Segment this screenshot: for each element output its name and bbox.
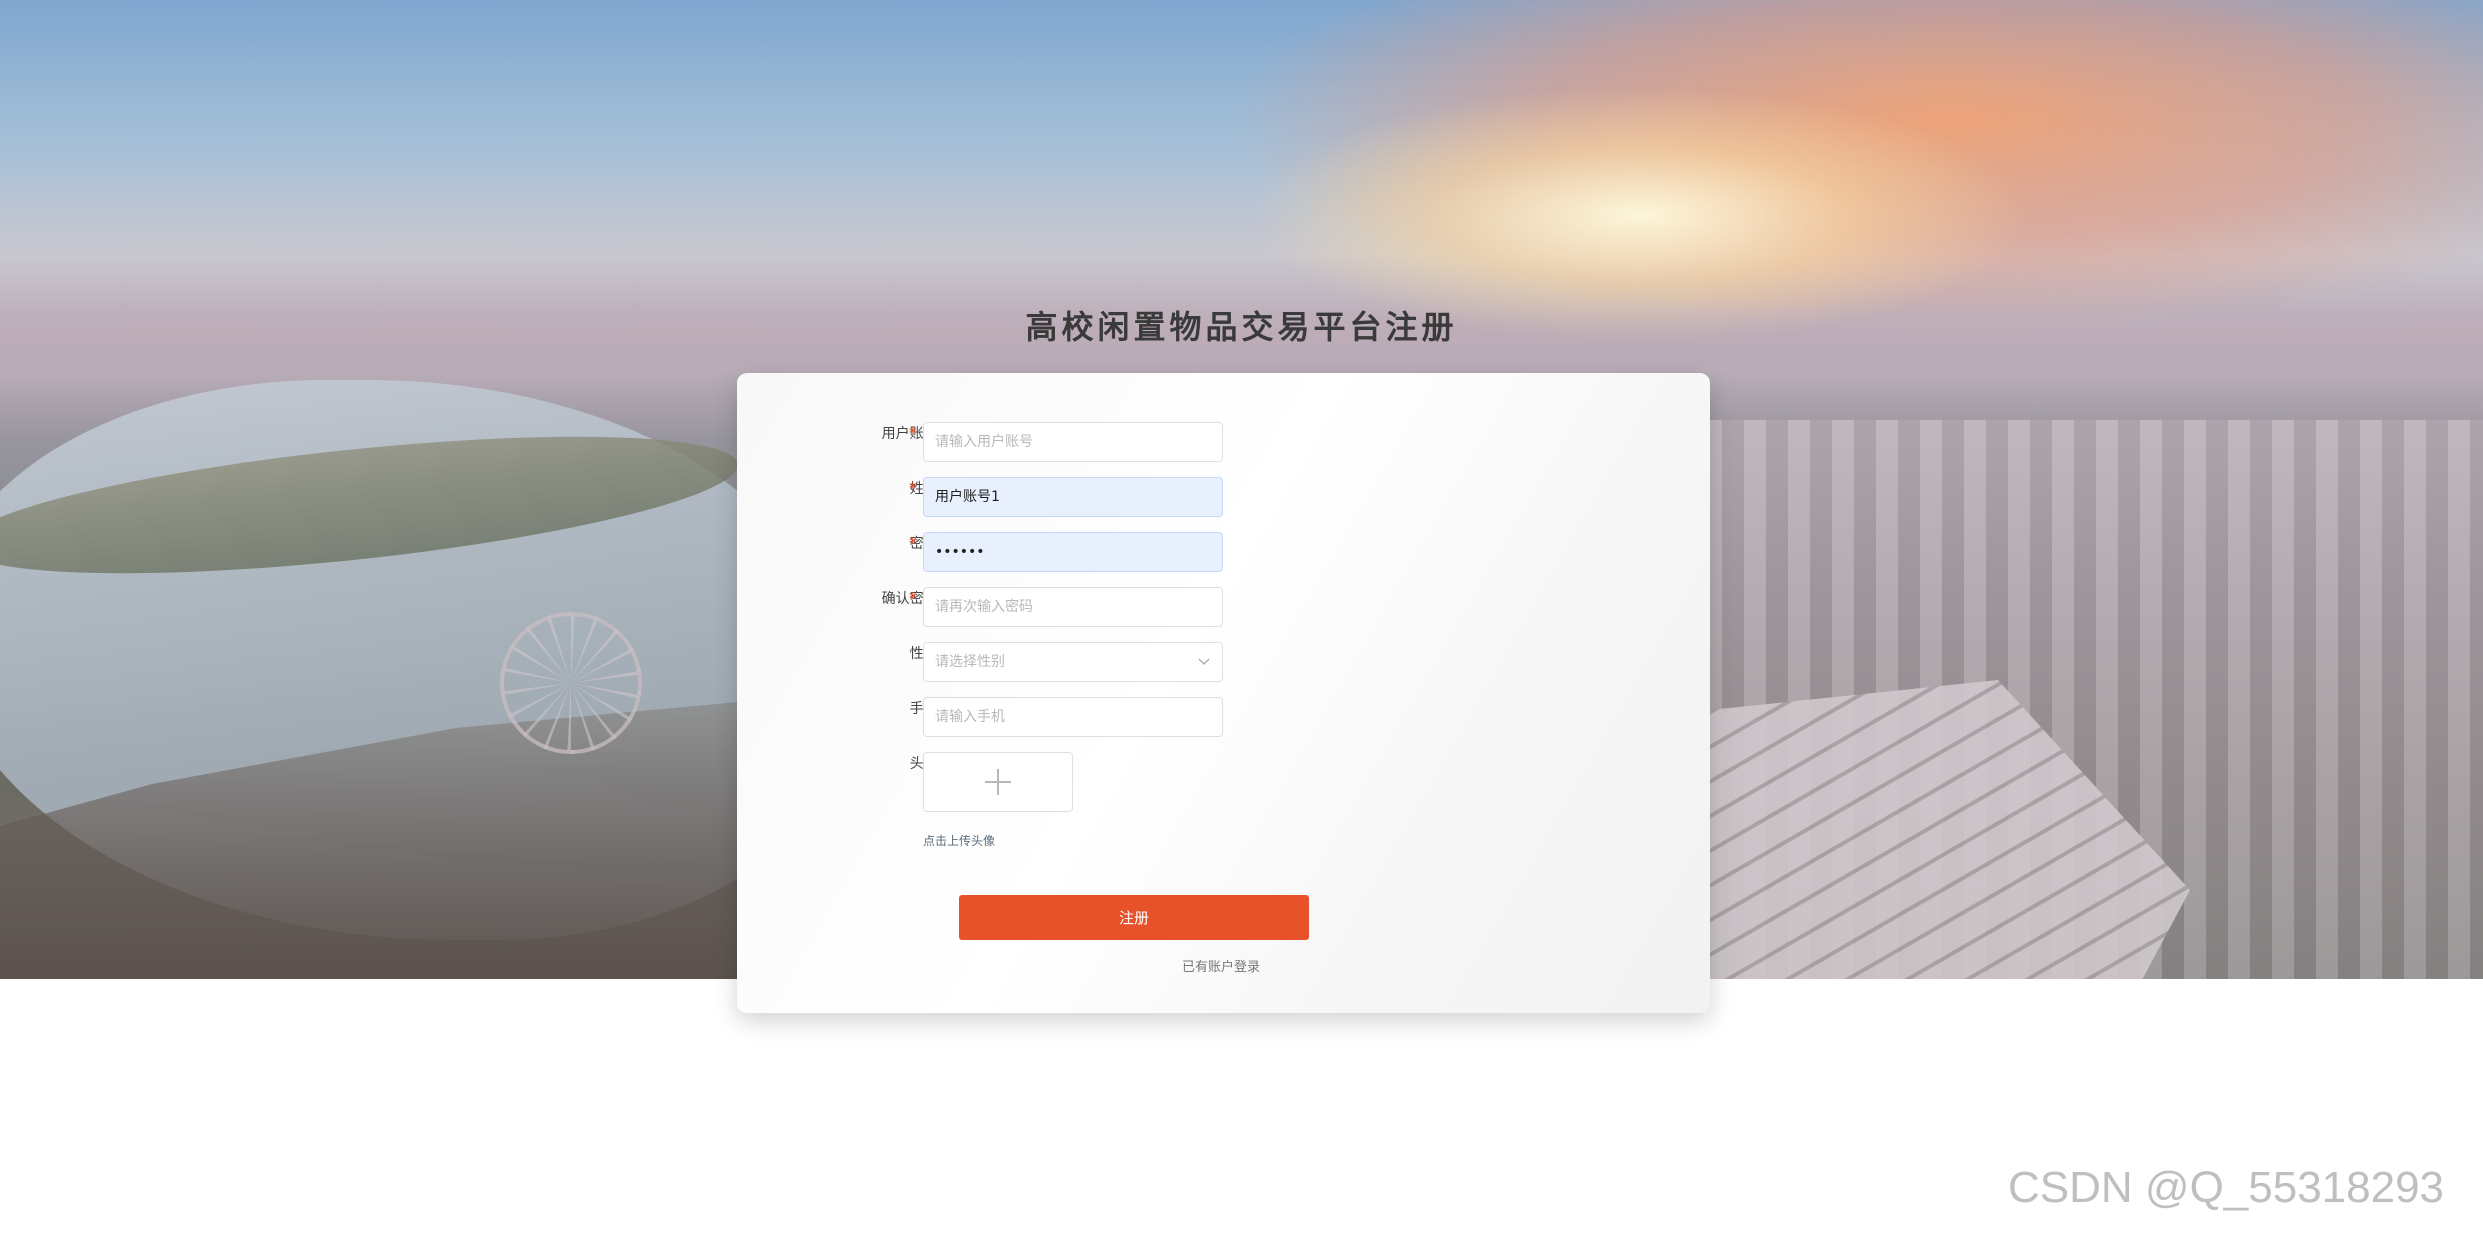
avatar-row: 头像: <box>737 752 1710 814</box>
confirm-password-required-mark: * <box>909 589 917 607</box>
name-row: 姓名: * 用户账号1 <box>737 477 1710 517</box>
username-required-mark: * <box>909 424 917 442</box>
username-row: 用户账号: * 请输入用户账号 <box>737 422 1710 462</box>
avatar-upload-box[interactable] <box>923 752 1073 812</box>
phone-row: 手机: 请输入手机 <box>737 697 1710 737</box>
register-button[interactable]: 注册 <box>959 895 1309 940</box>
csdn-watermark: CSDN @Q_55318293 <box>2008 1163 2445 1212</box>
avatar-upload-hint: 点击上传头像 <box>923 834 996 848</box>
password-input[interactable]: •••••• <box>923 532 1223 572</box>
name-input[interactable]: 用户账号1 <box>923 477 1223 517</box>
login-link[interactable]: 已有账户登录 <box>1182 956 1260 975</box>
password-required-mark: * <box>909 534 917 552</box>
name-required-mark: * <box>909 479 917 497</box>
plus-icon <box>924 753 1072 811</box>
register-form-card: 用户账号: * 请输入用户账号 姓名: * 用户账号1 密码: * ••••••… <box>737 373 1710 1013</box>
password-row: 密码: * •••••• <box>737 532 1710 572</box>
confirm-password-row: 确认密码: * 请再次输入密码 <box>737 587 1710 627</box>
gender-select-placeholder: 请选择性别 <box>935 654 1005 670</box>
confirm-password-input[interactable]: 请再次输入密码 <box>923 587 1223 627</box>
phone-input[interactable]: 请输入手机 <box>923 697 1223 737</box>
gender-select[interactable]: 请选择性别 <box>923 642 1223 682</box>
chevron-down-icon <box>1198 643 1210 681</box>
username-input[interactable]: 请输入用户账号 <box>923 422 1223 462</box>
page-title: 高校闲置物品交易平台注册 <box>1025 308 1458 346</box>
gender-row: 性别: 请选择性别 <box>737 642 1710 682</box>
background-ferris-wheel <box>500 612 642 754</box>
